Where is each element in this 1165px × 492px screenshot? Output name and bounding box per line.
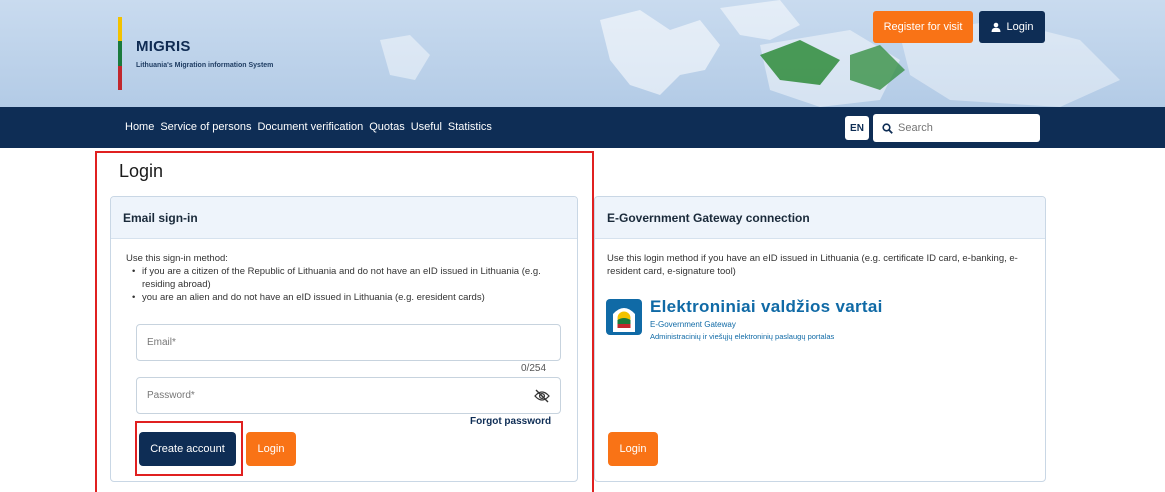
flag-red-stripe (118, 65, 122, 90)
brand-title[interactable]: MIGRIS (136, 38, 191, 55)
user-icon (991, 22, 1001, 32)
egov-intro: Use this login method if you have an eID… (607, 253, 1018, 277)
register-for-visit-button[interactable]: Register for visit (873, 11, 973, 43)
bullet-item: if you are a citizen of the Republic of … (126, 265, 546, 291)
brand-subtitle: Lithuania's Migration information System (136, 62, 274, 69)
lithuanian-flag-bar (118, 17, 122, 90)
email-signin-intro: Use this sign-in method: (126, 253, 228, 264)
page-title: Login (119, 161, 164, 181)
main-navigation: Home Service of persons Document verific… (0, 107, 1165, 148)
header-login-label: Login (1006, 21, 1034, 33)
language-switcher[interactable]: EN (845, 116, 869, 140)
evv-logo-title: Elektroniniai valdžios vartai (650, 297, 883, 316)
email-char-counter: 0/254 (521, 363, 547, 374)
evv-logo-tagline: Administracinių ir viešųjų elektroninių … (650, 332, 835, 341)
password-field[interactable]: Password* (136, 377, 561, 414)
evv-logo-icon (606, 299, 642, 335)
header-login-button[interactable]: Login (979, 11, 1045, 43)
evv-logo-subtitle: E-Government Gateway (650, 320, 736, 329)
email-signin-bullets: if you are a citizen of the Republic of … (126, 265, 546, 304)
create-account-button[interactable]: Create account (139, 432, 236, 466)
email-placeholder: Email* (147, 337, 176, 348)
search-box[interactable] (873, 114, 1040, 142)
nav-item-service-of-persons[interactable]: Service of persons (160, 121, 251, 133)
search-input[interactable] (898, 122, 1028, 134)
site-header: MIGRIS Lithuania's Migration information… (0, 0, 1165, 107)
egov-login-button[interactable]: Login (608, 432, 658, 466)
nav-item-quotas[interactable]: Quotas (369, 121, 404, 133)
nav-item-useful[interactable]: Useful (411, 121, 442, 133)
search-icon (882, 122, 893, 134)
bullet-item: you are an alien and do not have an eID … (126, 291, 546, 304)
email-signin-heading: Email sign-in (111, 197, 577, 239)
flag-yellow-stripe (118, 17, 122, 42)
eye-slash-icon[interactable] (534, 389, 550, 403)
forgot-password-link[interactable]: Forgot password (470, 416, 551, 427)
nav-menu: Home Service of persons Document verific… (125, 121, 492, 133)
flag-green-stripe (118, 41, 122, 66)
egov-heading: E-Government Gateway connection (595, 197, 1045, 239)
email-login-button[interactable]: Login (246, 432, 296, 466)
password-placeholder: Password* (147, 390, 195, 401)
nav-item-statistics[interactable]: Statistics (448, 121, 492, 133)
nav-item-document-verification[interactable]: Document verification (257, 121, 363, 133)
email-field[interactable]: Email* (136, 324, 561, 361)
nav-item-home[interactable]: Home (125, 121, 154, 133)
